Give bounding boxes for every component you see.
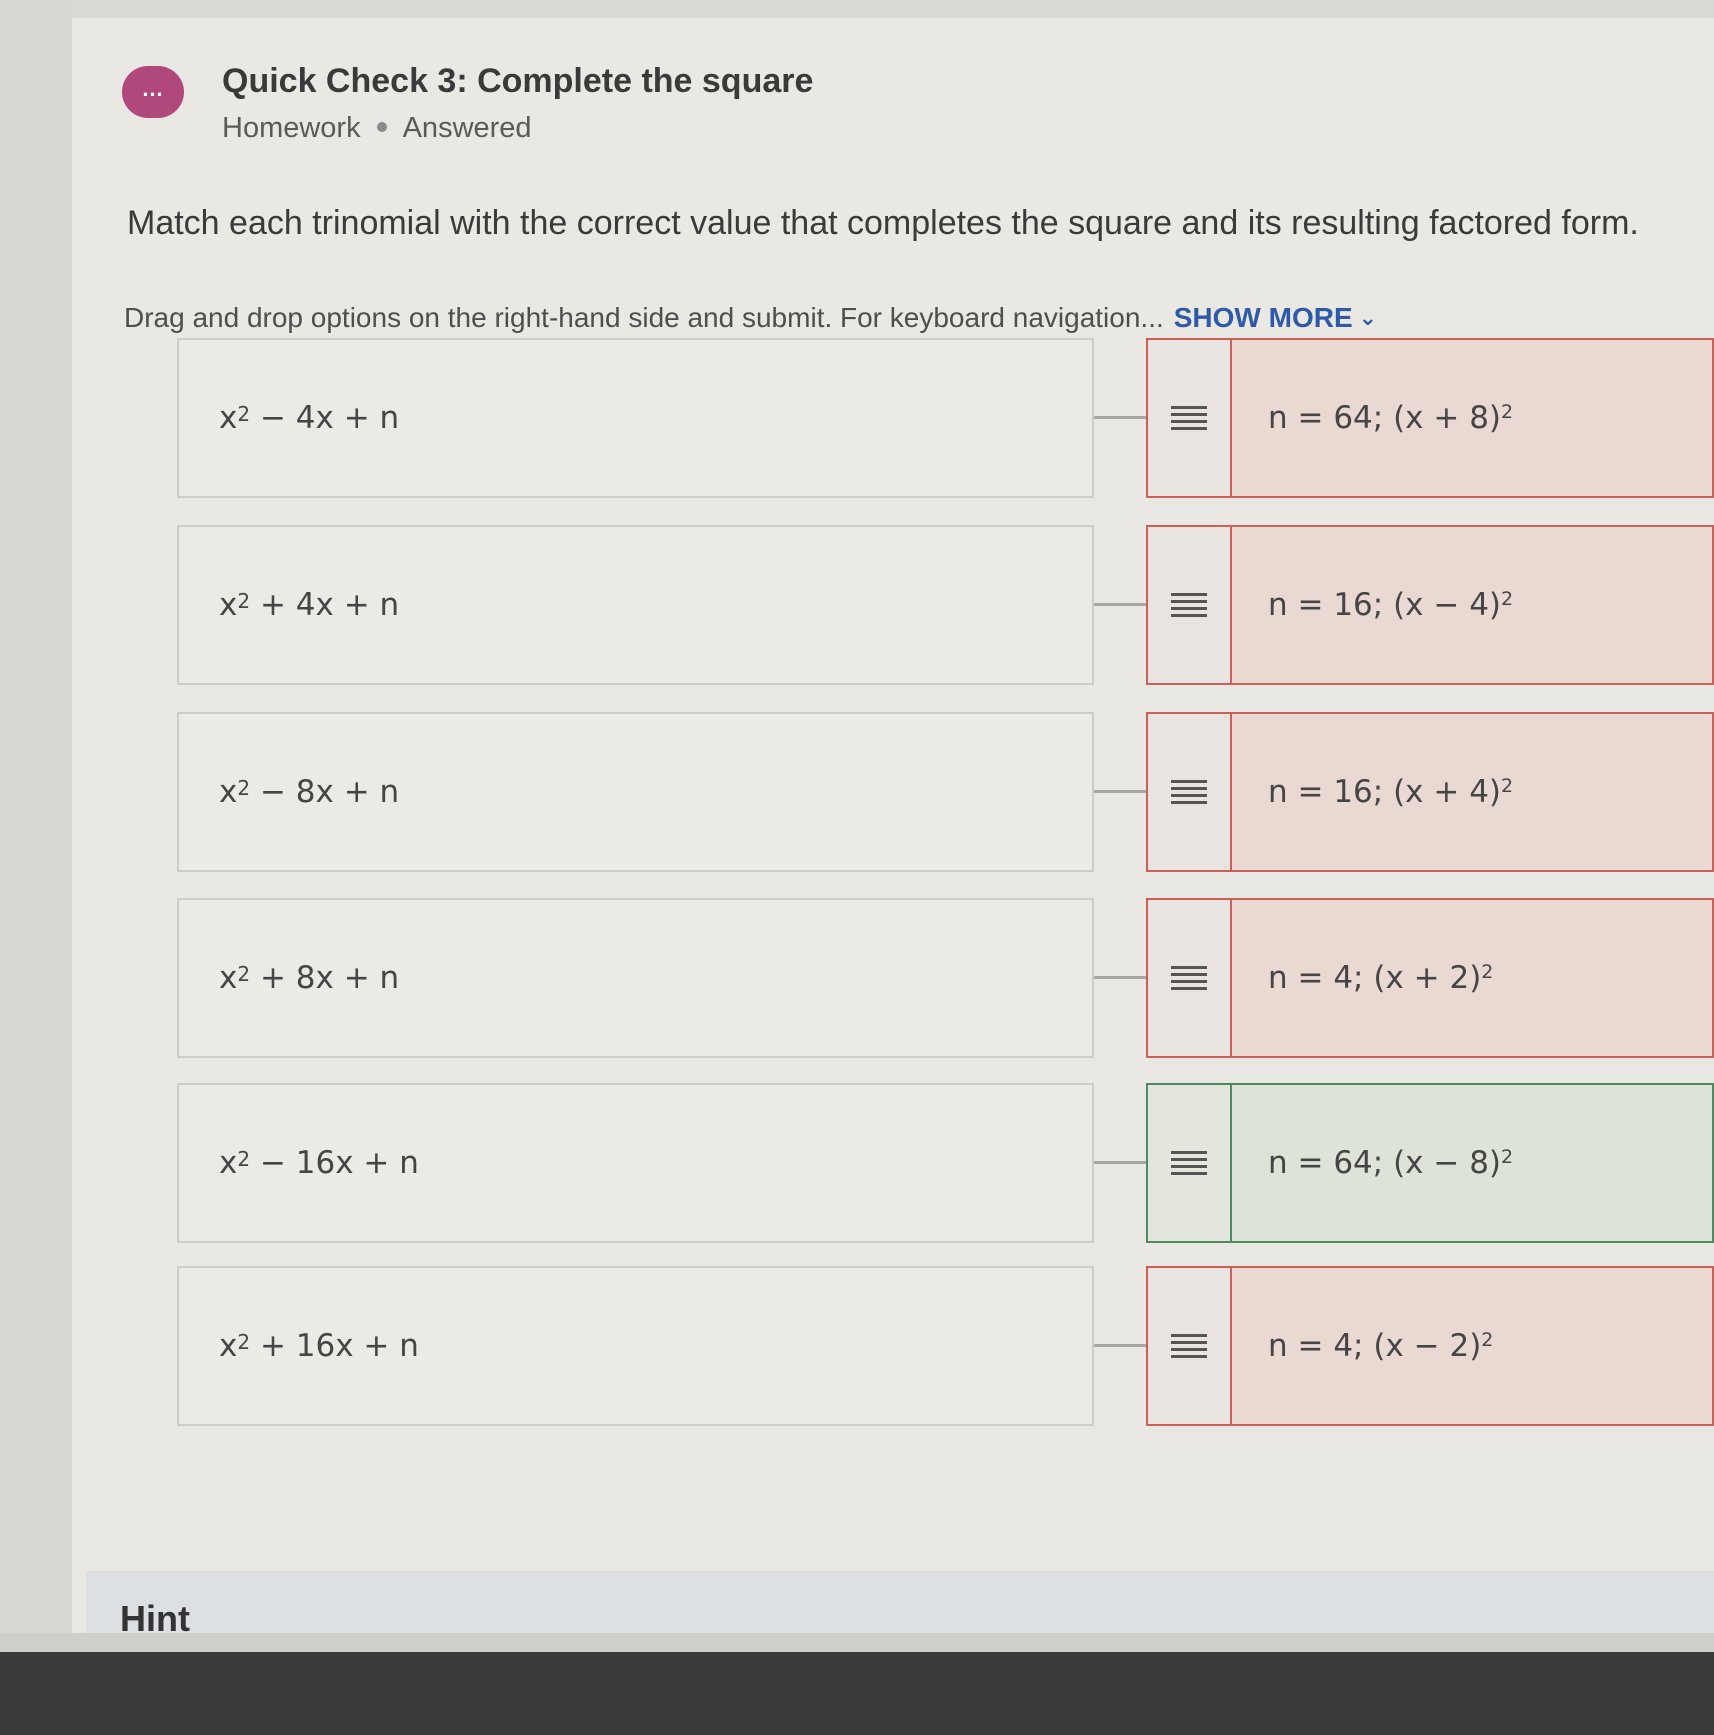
drag-handle[interactable] — [1148, 1085, 1232, 1241]
trinomial-base: x — [219, 400, 238, 436]
answer-exponent: 2 — [1501, 775, 1514, 797]
answer-text: n = 64; (x − 8) — [1268, 1145, 1502, 1181]
chat-bubble-icon: … — [122, 66, 184, 118]
drag-handle-icon — [1171, 1151, 1207, 1175]
match-row: x2 − 8x + n n = 16; (x + 4) 2 — [72, 712, 1714, 874]
drag-handle-icon — [1171, 593, 1207, 617]
drag-handle[interactable] — [1148, 900, 1232, 1056]
show-more-label: SHOW MORE — [1173, 302, 1353, 333]
trinomial-rest: + 8x + n — [250, 960, 400, 996]
answer-text: n = 4; (x + 2) — [1268, 960, 1482, 996]
hint-bar — [86, 1571, 1714, 1633]
bottom-bezel — [0, 1652, 1714, 1735]
match-row: x2 − 16x + n n = 64; (x − 8) 2 — [72, 1083, 1714, 1245]
answer-card[interactable]: n = 4; (x + 2) 2 — [1146, 898, 1714, 1058]
answer-exponent: 2 — [1481, 1329, 1494, 1351]
trinomial-rest: − 16x + n — [250, 1145, 419, 1181]
instructions: Drag and drop options on the right-hand … — [124, 302, 1377, 334]
drag-handle-icon — [1171, 1334, 1207, 1358]
answer-text: n = 64; (x + 8) — [1268, 400, 1502, 436]
drag-handle[interactable] — [1148, 1268, 1232, 1424]
drag-handle-icon — [1171, 406, 1207, 430]
trinomial-base: x — [219, 1328, 238, 1364]
drag-handle-icon — [1171, 780, 1207, 804]
drag-handle[interactable] — [1148, 527, 1232, 683]
trinomial-rest: + 4x + n — [250, 587, 400, 623]
instructions-text: Drag and drop options on the right-hand … — [124, 302, 1164, 333]
show-more-button[interactable]: SHOW MORE ⌄ — [1174, 302, 1377, 333]
answer-text: n = 16; (x + 4) — [1268, 774, 1502, 810]
trinomial-exponent: 2 — [237, 402, 251, 426]
drag-handle[interactable] — [1148, 714, 1232, 870]
trinomial-base: x — [219, 1145, 238, 1181]
trinomial-box: x2 + 16x + n — [177, 1266, 1094, 1426]
answer-label: n = 64; (x − 8) 2 — [1268, 1085, 1513, 1241]
page-title: Quick Check 3: Complete the square — [222, 62, 814, 100]
trinomial-box: x2 − 4x + n — [177, 338, 1094, 498]
trinomial-rest: − 8x + n — [250, 774, 400, 810]
trinomial-rest: + 16x + n — [250, 1328, 419, 1364]
answer-card[interactable]: n = 64; (x + 8) 2 — [1146, 338, 1714, 498]
match-connector — [1094, 603, 1146, 606]
answer-exponent: 2 — [1501, 1146, 1514, 1168]
trinomial-box: x2 − 16x + n — [177, 1083, 1094, 1243]
answer-card[interactable]: n = 16; (x + 4) 2 — [1146, 712, 1714, 872]
match-connector — [1094, 790, 1146, 793]
trinomial-exponent: 2 — [237, 1147, 251, 1171]
trinomial-rest: − 4x + n — [250, 400, 400, 436]
answer-exponent: 2 — [1501, 588, 1514, 610]
question-prompt: Match each trinomial with the correct va… — [127, 204, 1639, 242]
status-label: Answered — [402, 112, 532, 144]
chevron-down-icon: ⌄ — [1358, 305, 1378, 330]
answer-card[interactable]: n = 4; (x − 2) 2 — [1146, 1266, 1714, 1426]
answer-label: n = 16; (x + 4) 2 — [1268, 714, 1513, 870]
trinomial-base: x — [219, 960, 238, 996]
trinomial-exponent: 2 — [237, 962, 251, 986]
answer-label: n = 64; (x + 8) 2 — [1268, 340, 1513, 496]
trinomial-exponent: 2 — [237, 589, 251, 613]
bottom-edge — [0, 1633, 1714, 1652]
answer-label: n = 16; (x − 4) 2 — [1268, 527, 1513, 683]
match-connector — [1094, 416, 1146, 419]
match-connector — [1094, 1161, 1146, 1164]
trinomial-base: x — [219, 774, 238, 810]
match-row: x2 + 8x + n n = 4; (x + 2) 2 — [72, 898, 1714, 1060]
match-connector — [1094, 976, 1146, 979]
trinomial-box: x2 + 4x + n — [177, 525, 1094, 685]
match-row: x2 + 16x + n n = 4; (x − 2) 2 — [72, 1266, 1714, 1428]
left-margin — [0, 0, 72, 1640]
assignment-meta: Homework Answered — [222, 112, 532, 145]
category-label: Homework — [222, 112, 361, 144]
trinomial-box: x2 − 8x + n — [177, 712, 1094, 872]
separator-dot — [376, 122, 387, 133]
answer-card[interactable]: n = 64; (x − 8) 2 — [1146, 1083, 1714, 1243]
match-row: x2 − 4x + n n = 64; (x + 8) 2 — [72, 338, 1714, 500]
match-row: x2 + 4x + n n = 16; (x − 4) 2 — [72, 525, 1714, 687]
answer-exponent: 2 — [1481, 961, 1494, 983]
answer-label: n = 4; (x − 2) 2 — [1268, 1268, 1493, 1424]
answer-card[interactable]: n = 16; (x − 4) 2 — [1146, 525, 1714, 685]
drag-handle[interactable] — [1148, 340, 1232, 496]
quiz-panel: … Quick Check 3: Complete the square Hom… — [72, 18, 1714, 1639]
trinomial-box: x2 + 8x + n — [177, 898, 1094, 1058]
trinomial-exponent: 2 — [237, 776, 251, 800]
answer-exponent: 2 — [1501, 401, 1514, 423]
answer-label: n = 4; (x + 2) 2 — [1268, 900, 1493, 1056]
drag-handle-icon — [1171, 966, 1207, 990]
match-connector — [1094, 1344, 1146, 1347]
answer-text: n = 4; (x − 2) — [1268, 1328, 1482, 1364]
trinomial-exponent: 2 — [237, 1330, 251, 1354]
trinomial-base: x — [219, 587, 238, 623]
answer-text: n = 16; (x − 4) — [1268, 587, 1502, 623]
